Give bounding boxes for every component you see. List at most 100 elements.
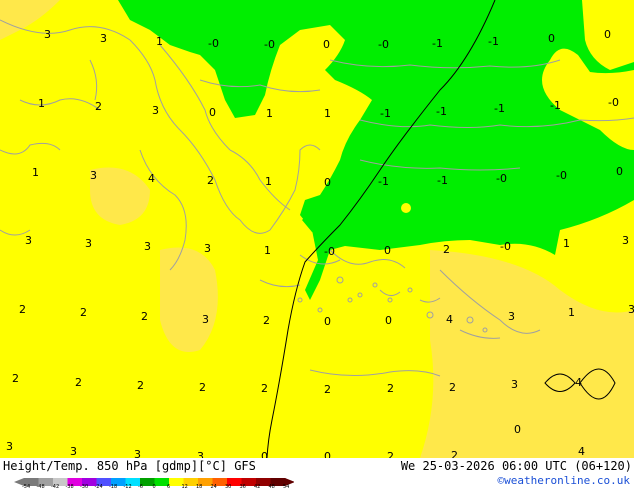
colorbar-tick-label: 24 [210,484,217,490]
value-label: 0 [604,28,611,41]
value-label: 2 [207,174,214,187]
value-label: 3 [152,104,159,117]
value-label: 2 [12,372,19,385]
value-label: -0 [496,172,507,185]
value-label: 2 [199,381,206,394]
value-label: -0 [208,37,219,50]
value-label: 2 [443,243,450,256]
value-label: 2 [324,383,331,396]
value-label: -1 [494,102,505,115]
colorbar-tick-label: -18 [109,484,118,490]
value-label: 3 [44,28,51,41]
warm-spot [401,203,411,213]
value-label: 1 [156,35,163,48]
value-label: -1 [436,105,447,118]
value-label: 0 [548,32,555,45]
value-label: 3 [622,234,629,247]
value-label: 3 [508,310,515,323]
value-label: -1 [488,35,499,48]
colorbar-tick-label: 36 [239,484,246,490]
footer: Height/Temp. 850 hPa [gdmp][°C] GFS We 2… [0,458,634,490]
value-label: 0 [324,450,331,458]
map-title: Height/Temp. 850 hPa [gdmp][°C] GFS [3,459,256,473]
colorbar-tick-label: -54 [22,484,31,490]
value-label: -1 [378,175,389,188]
value-label: 1 [265,175,272,188]
value-label: 1 [563,237,570,250]
value-label: 2 [387,450,394,458]
credit-link[interactable]: ©weatheronline.co.uk [498,474,630,487]
value-label: 2 [141,310,148,323]
colorbar-tick-label: 0 [152,484,156,490]
value-label: -0 [324,245,335,258]
colorbar-tick-label: -42 [51,484,60,490]
value-label: 0 [261,450,268,458]
value-label: -1 [432,37,443,50]
value-label: 3 [70,445,77,458]
value-label: 2 [95,100,102,113]
value-label: 1 [32,166,39,179]
value-label: 3 [628,303,634,316]
colorbar-tick-label: -38 [65,484,74,490]
value-label: 3 [134,448,141,458]
value-label: 3 [25,234,32,247]
value-label: 4 [578,445,585,458]
value-label: -0 [608,96,619,109]
value-label: 0 [209,106,216,119]
value-label: 2 [75,376,82,389]
value-label: 2 [261,382,268,395]
colorbar-tick-label: 6 [167,484,171,490]
colorbar-tick-label: 18 [196,484,203,490]
value-label: 2 [263,314,270,327]
value-label: -1 [550,99,561,112]
value-label: 2 [387,382,394,395]
value-label: 0 [384,244,391,257]
colorbar-tick-label: 12 [181,484,188,490]
map-canvas: 3 3 1 -0 -0 0 -0 -1 -1 0 0 1 2 3 0 1 1 -… [0,0,634,458]
value-label: 2 [80,306,87,319]
value-label: -0 [264,38,275,51]
value-label: 3 [90,169,97,182]
color-scale-ticks: -54 -48 -42 -38 -30 -24 -18 -12 -6 0 6 12 18 24 30 36 42… [22,484,296,490]
value-label: 1 [38,97,45,110]
value-label: 0 [324,176,331,189]
value-label: 2 [451,449,458,458]
value-label: 3 [511,378,518,391]
value-label: 2 [19,303,26,316]
value-label: 3 [85,237,92,250]
value-label: 3 [6,440,13,453]
value-label: 0 [324,315,331,328]
colorbar-tick-label: -6 [138,484,143,490]
value-label: 1 [568,306,575,319]
colorbar-tick-label: -12 [123,484,132,490]
colorbar-tick-label: -30 [80,484,89,490]
colorbar-tick-label: -48 [36,484,45,490]
value-label: -0 [500,240,511,253]
colorbar-tick-label: -24 [94,484,103,490]
value-label: 0 [616,165,623,178]
value-label: 3 [204,242,211,255]
value-label: 1 [266,107,273,120]
value-label: -1 [380,107,391,120]
weather-map: 3 3 1 -0 -0 0 -0 -1 -1 0 0 1 2 3 0 1 1 -… [0,0,634,458]
value-label: -1 [437,174,448,187]
value-label: 0 [323,38,330,51]
value-label: 1 [324,107,331,120]
value-label: 2 [137,379,144,392]
colorbar-tick-label: 54 [283,484,290,490]
value-label: -0 [556,169,567,182]
value-label: 3 [202,313,209,326]
value-label: 4 [446,313,453,326]
value-label: 0 [385,314,392,327]
value-label: 3 [100,32,107,45]
valid-datetime: We 25-03-2026 06:00 UTC (06+120) [400,459,632,473]
colorbar-tick-label: 30 [225,484,232,490]
value-label: 4 [575,376,582,389]
value-label: 1 [264,244,271,257]
value-label: 4 [148,172,155,185]
value-label: 3 [197,450,204,458]
value-label: 3 [144,240,151,253]
value-label: -0 [378,38,389,51]
color-scale [14,472,295,486]
colorbar-tick-label: 48 [268,484,275,490]
